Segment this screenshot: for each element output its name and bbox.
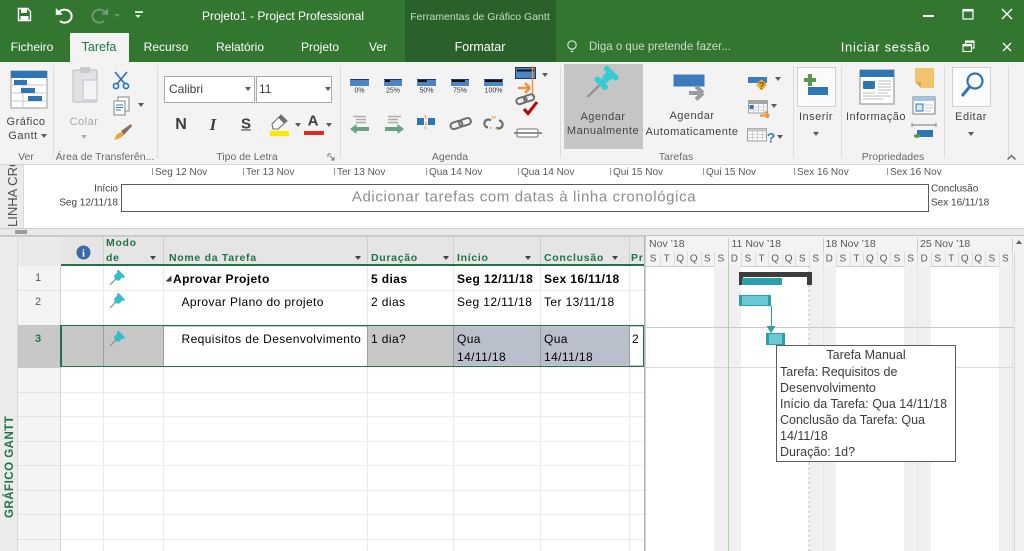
svg-text:?: ?	[758, 81, 764, 92]
svg-text:?: ?	[767, 130, 776, 146]
svg-text:i: i	[82, 248, 85, 259]
